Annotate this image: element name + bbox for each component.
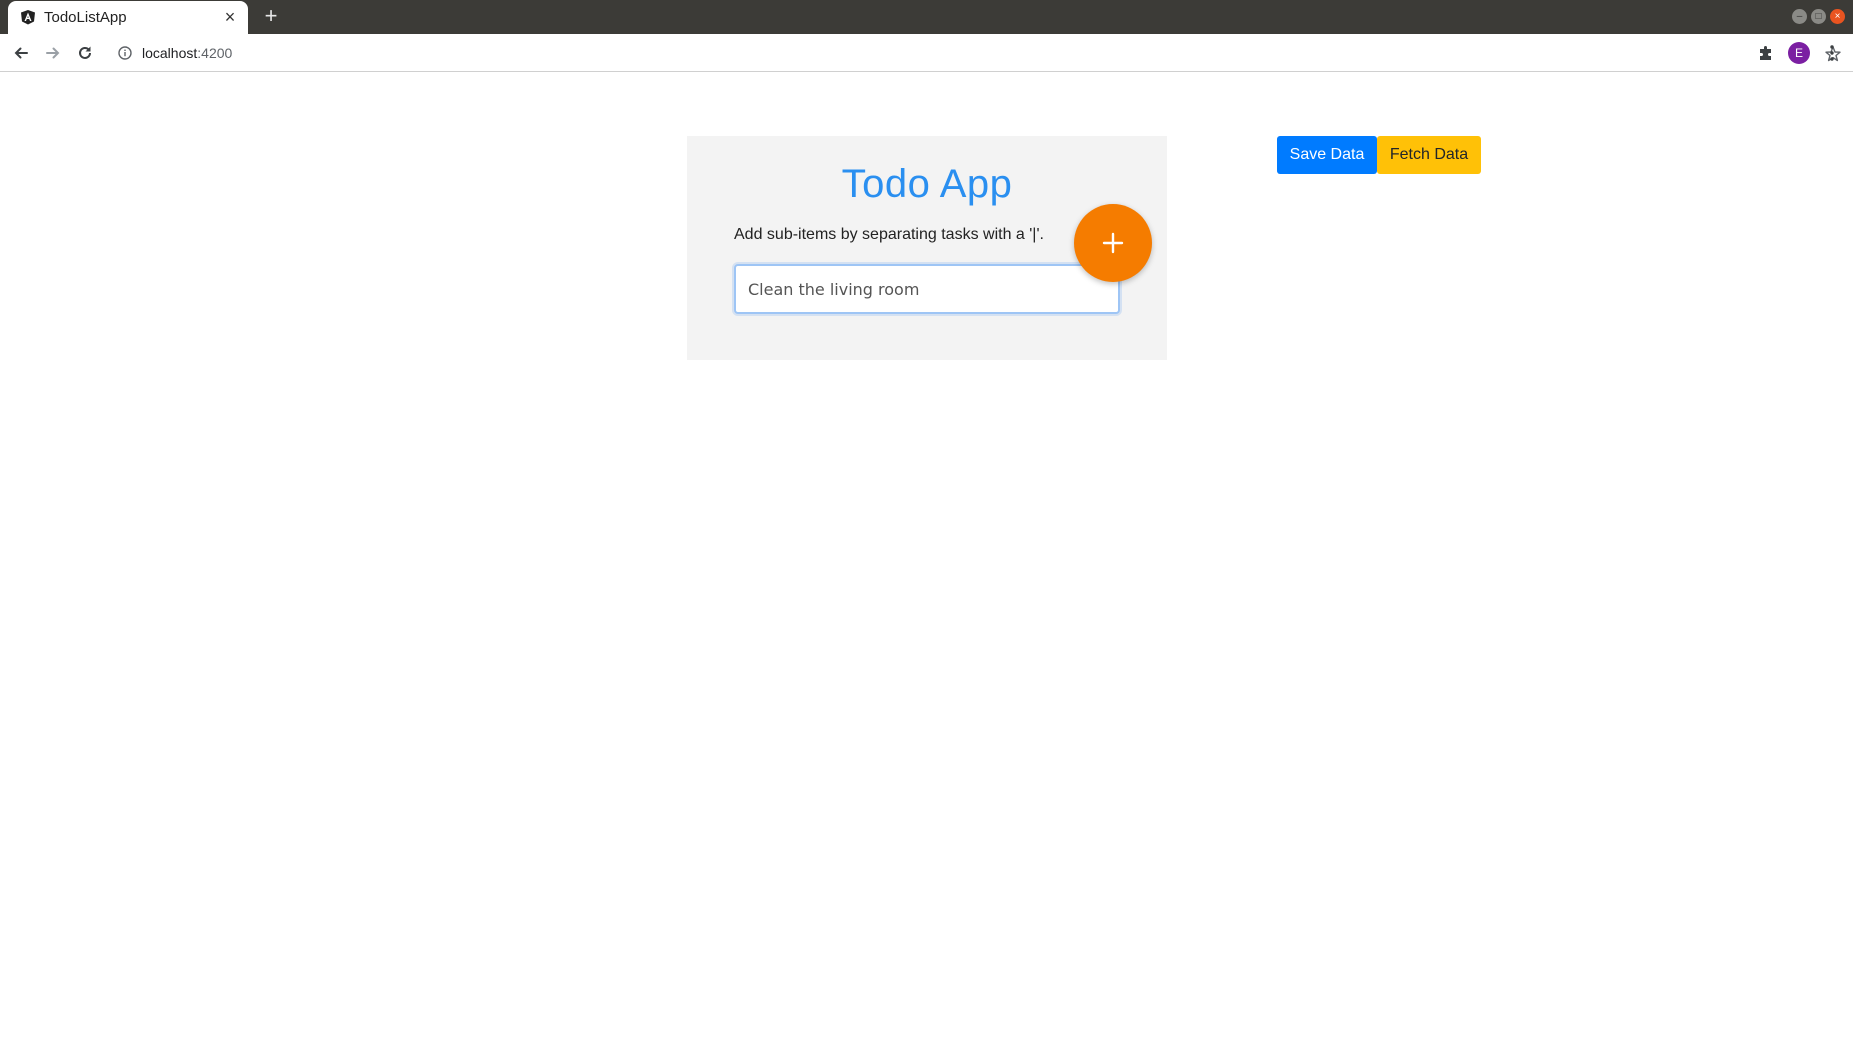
todo-card: Todo App Add sub-items by separating tas… xyxy=(687,136,1167,360)
reload-icon xyxy=(79,46,91,59)
window-minimize-button[interactable]: – xyxy=(1792,9,1807,24)
new-tab-button[interactable]: + xyxy=(260,5,282,28)
url-host: localhost xyxy=(142,45,198,61)
instruction-text: Add sub-items by separating tasks with a… xyxy=(734,226,1044,243)
arrow-right-icon xyxy=(46,47,60,59)
browser-tab[interactable]: TodoListApp × xyxy=(8,1,248,34)
window-maximize-button[interactable]: □ xyxy=(1811,9,1826,24)
profile-avatar[interactable]: E xyxy=(1788,42,1810,64)
tab-title: TodoListApp xyxy=(44,9,127,26)
window-close-button[interactable]: × xyxy=(1830,9,1845,24)
back-button[interactable] xyxy=(10,42,32,64)
save-data-button[interactable]: Save Data xyxy=(1277,136,1377,174)
browser-toolbar: localhost:4200 E xyxy=(0,34,1853,72)
extensions-puzzle-icon[interactable] xyxy=(1757,44,1775,62)
page-viewport: Todo App Add sub-items by separating tas… xyxy=(0,72,1853,1053)
reload-button[interactable] xyxy=(74,42,96,64)
close-icon: × xyxy=(1834,10,1841,22)
maximize-icon: □ xyxy=(1815,10,1822,22)
address-bar[interactable]: localhost:4200 xyxy=(108,38,1841,68)
page-title: Todo App xyxy=(841,162,1013,206)
arrow-left-icon xyxy=(14,47,28,59)
info-icon[interactable] xyxy=(118,46,132,60)
angular-logo-icon xyxy=(21,10,35,25)
plus-icon xyxy=(1102,232,1124,254)
kebab-menu-icon[interactable] xyxy=(1822,43,1842,63)
add-todo-button[interactable] xyxy=(1074,204,1152,282)
url-port: :4200 xyxy=(197,45,233,61)
close-tab-icon[interactable]: × xyxy=(220,7,240,27)
minimize-icon: – xyxy=(1796,10,1803,22)
fetch-data-button[interactable]: Fetch Data xyxy=(1377,136,1481,174)
url-text: localhost:4200 xyxy=(142,45,232,61)
todo-input[interactable] xyxy=(734,264,1120,314)
forward-button[interactable] xyxy=(42,42,64,64)
browser-tab-bar: TodoListApp × + – □ × xyxy=(0,0,1853,34)
